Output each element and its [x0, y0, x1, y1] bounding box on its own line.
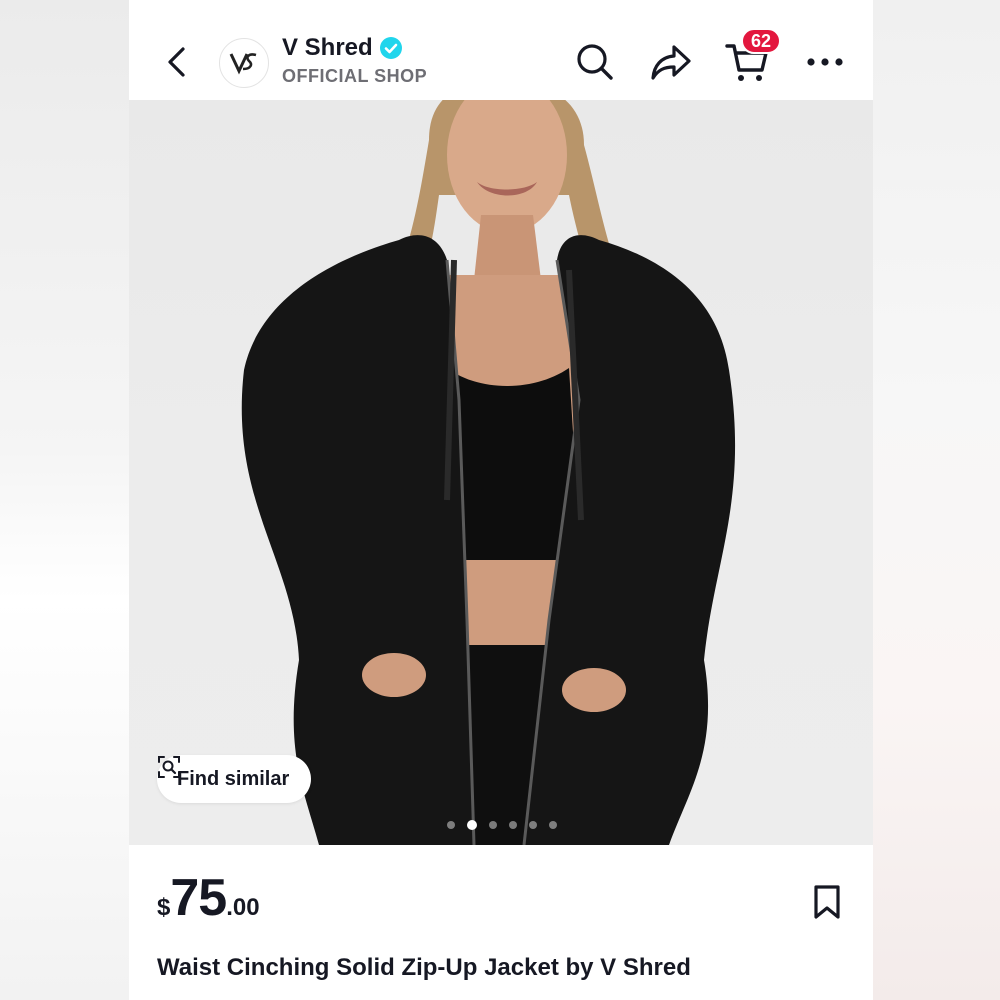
- carousel-dot[interactable]: [549, 821, 557, 829]
- share-icon: [651, 45, 691, 80]
- find-similar-label: Find similar: [177, 767, 290, 790]
- cart-count-badge: 62: [741, 28, 781, 54]
- carousel-dot-active[interactable]: [467, 820, 477, 830]
- bookmark-icon: [814, 885, 840, 919]
- product-image[interactable]: Find similar: [129, 100, 873, 845]
- find-similar-button[interactable]: Find similar: [157, 755, 312, 803]
- shop-avatar[interactable]: [219, 38, 269, 88]
- back-icon: [168, 47, 185, 77]
- model-illustration: [241, 100, 736, 845]
- carousel-dot[interactable]: [447, 821, 455, 829]
- search-icon: [577, 44, 613, 80]
- save-button[interactable]: [809, 882, 845, 922]
- back-button[interactable]: [157, 42, 197, 82]
- background-left: [0, 0, 129, 1000]
- share-button[interactable]: [649, 40, 693, 84]
- carousel-indicator: [447, 820, 557, 830]
- product-price: $ 75 .00: [157, 872, 260, 924]
- shop-subtitle: OFFICIAL SHOP: [282, 66, 428, 86]
- shop-header: V Shred OFFICIAL SHOP 62: [129, 0, 873, 100]
- more-icon: [807, 58, 843, 66]
- product-page: V Shred OFFICIAL SHOP 62 Find similar $ …: [129, 0, 873, 1000]
- verified-icon: [379, 37, 402, 59]
- price-integer: 75: [170, 869, 227, 927]
- carousel-dot[interactable]: [509, 821, 517, 829]
- background-right: [873, 0, 1000, 1000]
- product-title[interactable]: Waist Cinching Solid Zip-Up Jacket by V …: [157, 954, 691, 982]
- price-decimal: .00: [226, 894, 260, 921]
- carousel-dot[interactable]: [489, 821, 497, 829]
- carousel-dot[interactable]: [529, 821, 537, 829]
- shop-logo: [229, 53, 257, 75]
- shop-name[interactable]: V Shred: [282, 34, 373, 62]
- shop-name-row: V Shred: [282, 34, 403, 62]
- more-button[interactable]: [803, 40, 847, 84]
- price-currency: $: [157, 894, 171, 921]
- search-button[interactable]: [573, 40, 617, 84]
- image-search-icon: [158, 756, 180, 778]
